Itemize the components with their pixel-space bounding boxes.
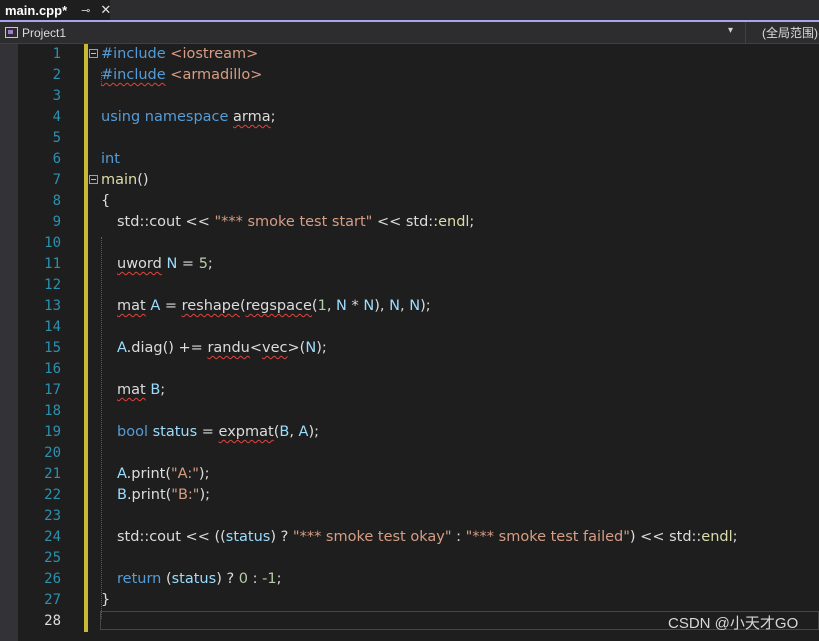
project-dropdown[interactable]: Project1 ▾ (0, 22, 740, 43)
line-number: 17 (44, 382, 61, 398)
code-line: 4 using namespace arma; (0, 107, 819, 128)
line-number: 3 (52, 88, 61, 104)
line-number: 23 (44, 508, 61, 524)
code-text: #include <iostream> (101, 46, 259, 62)
code-text: mat A = reshape(regspace(1, N * N), N, N… (117, 298, 431, 314)
line-number: 1 (52, 46, 61, 62)
code-line: 9 std::cout << "*** smoke test start" <<… (0, 212, 819, 233)
code-line: 2 #include <armadillo> (0, 65, 819, 86)
project-label: Project1 (22, 25, 67, 40)
code-line: 16 (0, 359, 819, 380)
code-line: 8 { (0, 191, 819, 212)
line-number: 21 (44, 466, 61, 482)
line-number: 8 (52, 193, 61, 209)
code-text: A.print("A:"); (117, 466, 210, 482)
code-text: main() (101, 172, 149, 188)
collapse-icon[interactable] (89, 49, 98, 58)
code-editor[interactable]: 1 #include <iostream> 2 #include <armadi… (0, 44, 819, 641)
code-line: 19 bool status = expmat(B, A); (0, 422, 819, 443)
line-number: 27 (44, 592, 61, 608)
code-line: 7 main() (0, 170, 819, 191)
tab-title: main.cpp* (5, 2, 68, 18)
line-number: 12 (44, 277, 61, 293)
code-line: 26 return (status) ? 0 : -1; (0, 569, 819, 590)
code-text: uword N = 5; (117, 256, 213, 272)
code-line: 20 (0, 443, 819, 464)
code-line: 21 A.print("A:"); (0, 464, 819, 485)
scope-dropdown[interactable]: (全局范围) (745, 22, 819, 43)
line-number: 18 (44, 403, 61, 419)
tab-main-cpp[interactable]: main.cpp* ⊸ ✕ (0, 0, 111, 20)
code-line: 15 A.diag() += randu<vec>(N); (0, 338, 819, 359)
line-number: 5 (52, 130, 61, 146)
line-number: 13 (44, 298, 61, 314)
code-text: B.print("B:"); (117, 487, 211, 503)
code-line: 5 (0, 128, 819, 149)
code-line: 11 uword N = 5; (0, 254, 819, 275)
line-number: 11 (44, 256, 61, 272)
line-number: 19 (44, 424, 61, 440)
code-text: using namespace arma; (101, 109, 276, 125)
line-number: 16 (44, 361, 61, 377)
code-line: 1 #include <iostream> (0, 44, 819, 65)
code-text: bool status = expmat(B, A); (117, 424, 319, 440)
code-line: 25 (0, 548, 819, 569)
navigation-bar: Project1 ▾ (全局范围) (0, 22, 819, 44)
line-number: 15 (44, 340, 61, 356)
line-number: 26 (44, 571, 61, 587)
code-line: 17 mat B; (0, 380, 819, 401)
code-line: 10 (0, 233, 819, 254)
close-icon[interactable]: ✕ (100, 2, 111, 18)
code-text: A.diag() += randu<vec>(N); (117, 340, 327, 356)
line-number: 7 (52, 172, 61, 188)
code-line: 18 (0, 401, 819, 422)
line-number: 6 (52, 151, 61, 167)
code-line: 6 int (0, 149, 819, 170)
line-number: 22 (44, 487, 61, 503)
code-line: 27 } (0, 590, 819, 611)
line-number: 25 (44, 550, 61, 566)
code-text: int (101, 151, 120, 167)
line-number: 20 (44, 445, 61, 461)
code-line: 14 (0, 317, 819, 338)
chevron-down-icon[interactable]: ▾ (728, 25, 733, 36)
scope-label: (全局范围) (762, 26, 818, 40)
collapse-icon[interactable] (89, 175, 98, 184)
line-number: 4 (52, 109, 61, 125)
code-text: { (101, 193, 111, 209)
code-line: 13 mat A = reshape(regspace(1, N * N), N… (0, 296, 819, 317)
line-number: 9 (52, 214, 61, 230)
code-text: std::cout << ((status) ? "*** smoke test… (117, 529, 738, 545)
line-number: 14 (44, 319, 61, 335)
code-text: #include <armadillo> (101, 67, 263, 83)
line-number: 28 (44, 613, 61, 629)
project-icon (5, 27, 18, 38)
code-line: 23 (0, 506, 819, 527)
code-line: 12 (0, 275, 819, 296)
code-text: } (101, 592, 111, 608)
line-number: 10 (44, 235, 61, 251)
watermark: CSDN @小天才GO (668, 615, 799, 632)
tab-bar: main.cpp* ⊸ ✕ (0, 0, 819, 21)
code-line: 24 std::cout << ((status) ? "*** smoke t… (0, 527, 819, 548)
code-line: 22 B.print("B:"); (0, 485, 819, 506)
line-number: 2 (52, 67, 61, 83)
code-text: mat B; (117, 382, 166, 398)
pin-icon[interactable]: ⊸ (81, 4, 90, 17)
code-text: std::cout << "*** smoke test start" << s… (117, 214, 475, 230)
code-line: 3 (0, 86, 819, 107)
code-text: return (status) ? 0 : -1; (117, 571, 282, 587)
line-number: 24 (44, 529, 61, 545)
